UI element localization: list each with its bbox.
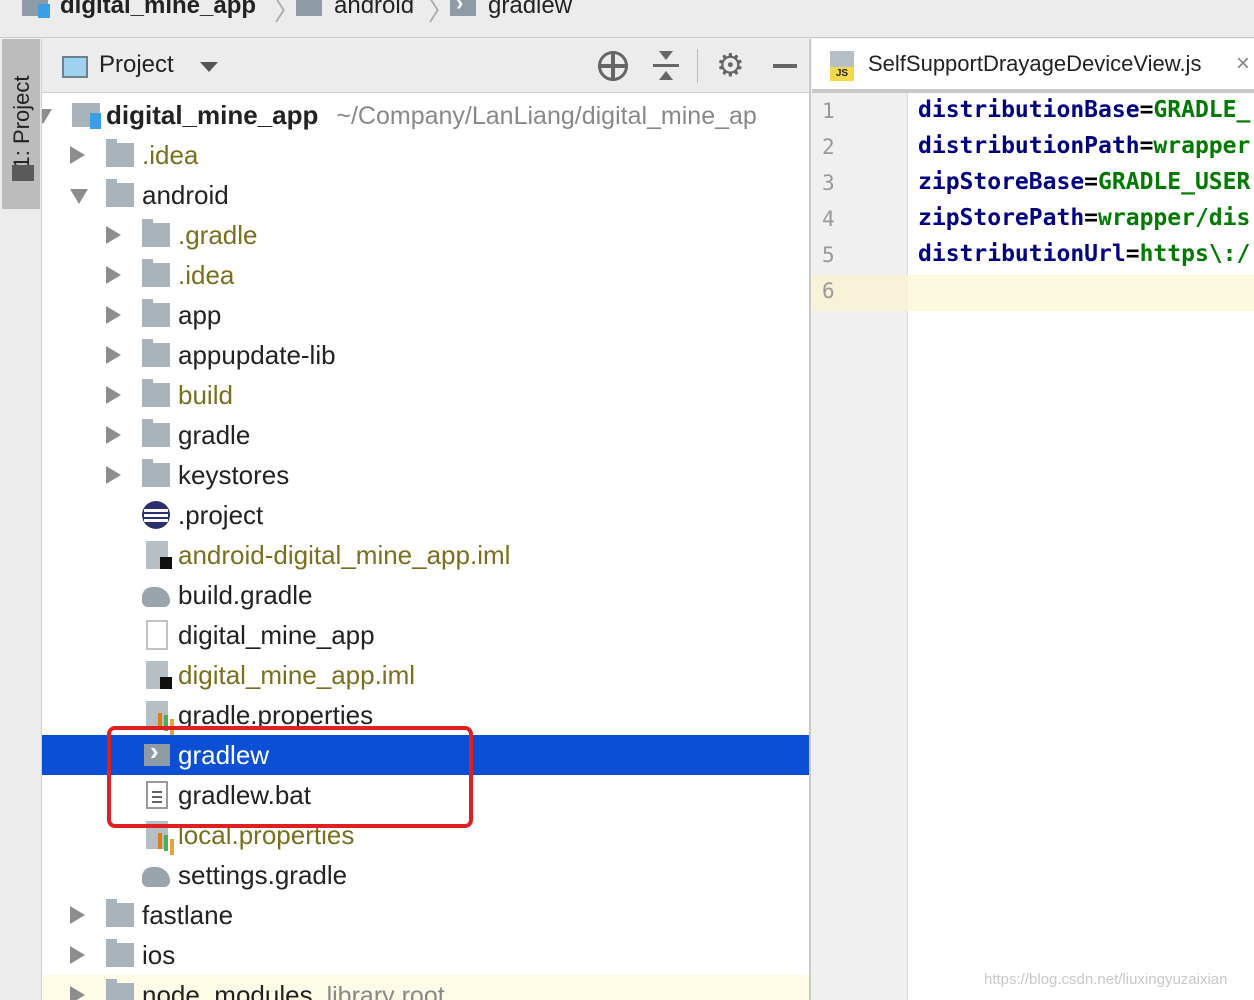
folder-icon bbox=[142, 219, 170, 247]
text-file-icon bbox=[146, 620, 168, 650]
breadcrumb-item-android[interactable]: android bbox=[296, 0, 414, 21]
folder-icon bbox=[106, 979, 134, 1000]
folder-icon bbox=[106, 179, 134, 207]
tree-item-gradle[interactable]: gradle bbox=[42, 415, 809, 455]
project-panel-header: Project ⚙ bbox=[42, 39, 809, 93]
expand-arrow-icon[interactable] bbox=[106, 346, 121, 364]
line-number: 6 bbox=[822, 279, 835, 303]
properties-file-icon bbox=[146, 701, 168, 729]
expand-arrow-icon[interactable] bbox=[106, 426, 121, 444]
tree-item-fastlane[interactable]: fastlane bbox=[42, 895, 809, 935]
expand-arrow-icon[interactable] bbox=[106, 266, 121, 284]
expand-arrow-icon[interactable] bbox=[70, 146, 85, 164]
tree-item-build-gradle[interactable]: build.gradle bbox=[42, 575, 809, 615]
tree-item-app[interactable]: app bbox=[42, 295, 809, 335]
eclipse-icon bbox=[142, 501, 170, 529]
project-view-icon bbox=[62, 56, 88, 78]
tree-item-gradle-cache[interactable]: .gradle bbox=[42, 215, 809, 255]
folder-icon bbox=[142, 379, 170, 407]
highlight-annotation-box bbox=[107, 726, 473, 828]
chevron-down-icon[interactable] bbox=[200, 62, 218, 72]
editor-area: JS SelfSupportDrayageDeviceView.js × 1 2… bbox=[812, 39, 1254, 1000]
folder-icon bbox=[12, 165, 34, 181]
expand-arrow-icon[interactable] bbox=[70, 906, 85, 924]
folder-icon bbox=[142, 299, 170, 327]
folder-icon bbox=[106, 899, 134, 927]
gradle-elephant-icon bbox=[142, 587, 170, 607]
tree-item-iml[interactable]: digital_mine_app.iml bbox=[42, 655, 809, 695]
code-line[interactable]: distributionBase=GRADLE_ bbox=[918, 97, 1250, 123]
breadcrumb-item-project[interactable]: digital_mine_app bbox=[22, 0, 256, 21]
expand-arrow-icon[interactable] bbox=[106, 226, 121, 244]
editor-tab[interactable]: JS SelfSupportDrayageDeviceView.js × bbox=[812, 39, 1254, 93]
folder-icon bbox=[106, 939, 134, 967]
folder-icon bbox=[142, 459, 170, 487]
project-folder-icon bbox=[22, 0, 50, 18]
tree-root[interactable]: digital_mine_app ~/Company/LanLiang/digit… bbox=[42, 95, 809, 135]
expand-arrow-icon[interactable] bbox=[106, 466, 121, 484]
tree-item-settings-gradle[interactable]: settings.gradle bbox=[42, 855, 809, 895]
folder-icon bbox=[142, 419, 170, 447]
close-icon[interactable]: × bbox=[1236, 50, 1250, 78]
expand-arrow-icon[interactable] bbox=[106, 386, 121, 404]
tree-item-appupdate-lib[interactable]: appupdate-lib bbox=[42, 335, 809, 375]
code-line[interactable]: distributionPath=wrapper bbox=[918, 133, 1250, 159]
editor-tab-bar: JS SelfSupportDrayageDeviceView.js × bbox=[812, 39, 1254, 93]
tree-item-digital-mine-app-file[interactable]: digital_mine_app bbox=[42, 615, 809, 655]
tree-item-android-iml[interactable]: android-digital_mine_app.iml bbox=[42, 535, 809, 575]
tree-item-keystores[interactable]: keystores bbox=[42, 455, 809, 495]
line-number: 3 bbox=[822, 171, 835, 195]
folder-icon bbox=[106, 139, 134, 167]
code-line[interactable]: zipStorePath=wrapper/dis bbox=[918, 205, 1250, 231]
tree-item-ios[interactable]: ios bbox=[42, 935, 809, 975]
tree-item-build[interactable]: build bbox=[42, 375, 809, 415]
code-line[interactable]: distributionUrl=https\:/ bbox=[918, 241, 1250, 267]
module-file-icon bbox=[146, 661, 172, 689]
hide-panel-icon[interactable] bbox=[773, 64, 797, 68]
expand-arrow-icon[interactable] bbox=[70, 946, 85, 964]
current-line-highlight bbox=[908, 275, 1254, 311]
shell-script-icon bbox=[450, 0, 476, 16]
project-tool-window-tab[interactable]: 1: Project bbox=[2, 39, 40, 209]
tree-item-project-file[interactable]: .project bbox=[42, 495, 809, 535]
line-number: 4 bbox=[822, 207, 835, 231]
expand-arrow-icon[interactable] bbox=[106, 306, 121, 324]
code-line[interactable]: zipStoreBase=GRADLE_USER bbox=[918, 169, 1250, 195]
line-number: 5 bbox=[822, 243, 835, 267]
collapse-arrow-icon[interactable] bbox=[70, 189, 88, 204]
gear-icon[interactable]: ⚙ bbox=[716, 48, 745, 82]
breadcrumb: digital_mine_app 〉 android 〉 gradlew bbox=[0, 0, 1254, 38]
project-view-selector[interactable]: Project bbox=[99, 51, 174, 79]
line-number: 2 bbox=[822, 135, 835, 159]
breadcrumb-item-gradlew[interactable]: gradlew bbox=[450, 0, 572, 21]
tree-item-idea[interactable]: .idea bbox=[42, 135, 809, 175]
folder-icon bbox=[296, 0, 322, 16]
project-folder-icon bbox=[72, 103, 101, 129]
folder-icon bbox=[142, 259, 170, 287]
folder-icon bbox=[142, 339, 170, 367]
tree-item-android[interactable]: android bbox=[42, 175, 809, 215]
module-file-icon bbox=[146, 541, 172, 569]
collapse-all-icon[interactable] bbox=[651, 51, 681, 81]
toolbar-divider bbox=[697, 49, 698, 83]
gradle-elephant-icon bbox=[142, 867, 170, 887]
project-panel: Project ⚙ digital_mine_app ~/Company/LanL… bbox=[42, 39, 811, 1000]
javascript-file-icon: JS bbox=[830, 51, 854, 81]
tree-item-android-idea[interactable]: .idea bbox=[42, 255, 809, 295]
expand-arrow-icon[interactable] bbox=[70, 986, 85, 1000]
expand-arrow-icon[interactable] bbox=[42, 109, 52, 124]
tree-item-node-modules[interactable]: node_modules library root bbox=[42, 975, 809, 1000]
tool-window-strip: 1: Project bbox=[0, 39, 42, 1000]
line-number: 1 bbox=[822, 99, 835, 123]
locate-file-icon[interactable] bbox=[598, 51, 628, 81]
watermark: https://blog.csdn.net/liuxingyuzaixian bbox=[984, 971, 1228, 988]
